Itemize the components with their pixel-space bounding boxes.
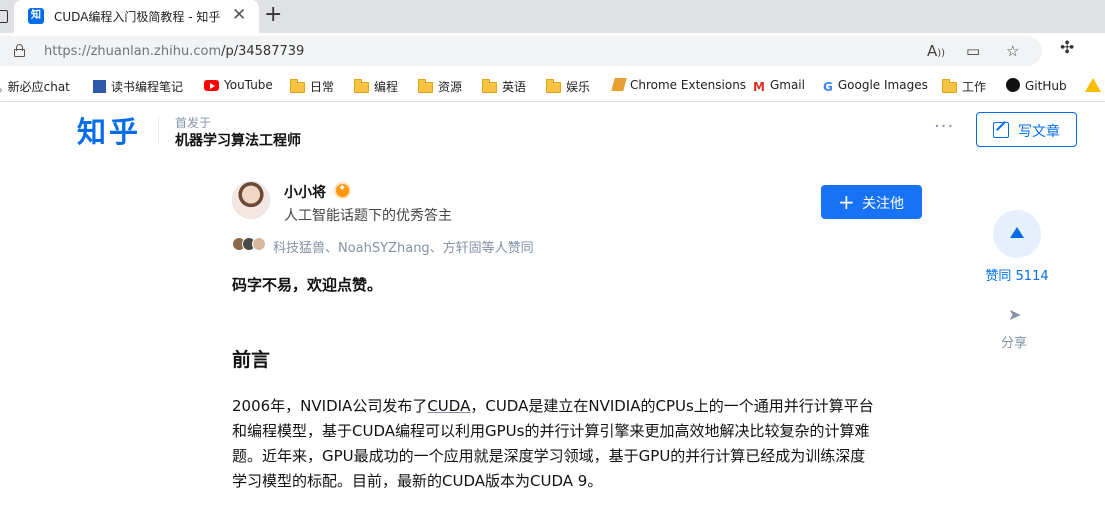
bookmark-item[interactable]: 日常: [290, 78, 334, 95]
bookmark-label: 读书编程笔记: [111, 80, 184, 94]
bookmark-label: Chrome Extensions: [630, 78, 747, 92]
github-icon: [1006, 78, 1020, 92]
voter-avatar: [252, 237, 266, 251]
follow-button[interactable]: + 关注他: [821, 185, 922, 219]
upvote-count[interactable]: 赞同 5114: [984, 265, 1050, 284]
paragraph-line: 题。近年来，GPU最成功的一个应用就是深度学习领域，基于GPU的并行计算已经成为…: [232, 447, 866, 465]
section-heading: 前言: [232, 349, 271, 371]
lock-icon[interactable]: [14, 44, 25, 57]
column-name-link[interactable]: 机器学习算法工程师: [175, 130, 301, 150]
bookmark-label: Gmail: [769, 78, 805, 92]
voters-text[interactable]: 科技猛兽、NoahSYZhang、方轩固等人赞同: [273, 237, 534, 256]
gmail-icon: M: [753, 80, 765, 94]
url-path: /p/34587739: [221, 44, 305, 59]
bookmark-item[interactable]: 工作: [942, 78, 986, 95]
youtube-icon: [204, 80, 219, 91]
favorite-star-icon[interactable]: ☆: [1006, 42, 1019, 60]
search-icon: ⌕: [0, 85, 3, 96]
google-drive-icon[interactable]: [1085, 78, 1101, 92]
browser-tab[interactable]: 知 CUDA编程入门极简教程 - 知乎 ✕: [14, 0, 259, 33]
browser-tab-strip: 知 CUDA编程入门极简教程 - 知乎 ✕ +: [0, 0, 1105, 33]
browser-toolbar: https://zhuanlan.zhihu.com/p/34587739 A)…: [0, 33, 1105, 69]
article-paragraph: 2006年，NVIDIA公司发布了CUDA，CUDA是建立在NVIDIA的CPU…: [232, 394, 912, 494]
write-article-button[interactable]: 写文章: [976, 112, 1077, 147]
cuda-link[interactable]: CUDA: [427, 397, 470, 415]
zhihu-logo[interactable]: 知乎: [77, 109, 141, 151]
bookmark-label: 日常: [310, 80, 335, 94]
paragraph-text: ，CUDA是建立在NVIDIA的CPUs上的一个通用并行计算平台: [470, 397, 874, 415]
author-bio: 人工智能话题下的优秀答主: [284, 208, 452, 224]
bookmark-item[interactable]: 读书编程笔记: [93, 78, 183, 95]
paragraph-line: 和编程模型，基于CUDA编程可以利用GPUs的并行计算引擎来更加高效地解决比较复…: [232, 422, 870, 440]
write-article-label: 写文章: [1018, 124, 1060, 140]
upvote-button[interactable]: [993, 210, 1041, 258]
bookmark-item[interactable]: 编程: [354, 78, 398, 95]
bookmark-label: YouTube: [224, 78, 273, 92]
share-label[interactable]: 分享: [1001, 332, 1027, 351]
folder-icon: [942, 79, 957, 93]
bookmark-label: 新必应chat: [7, 80, 70, 94]
author-avatar[interactable]: [232, 181, 270, 219]
bookmark-item[interactable]: 资源: [418, 78, 462, 95]
previous-tab-edge[interactable]: [0, 10, 8, 23]
qr-icon: [93, 80, 106, 93]
chrome-extension-icon: [611, 78, 627, 91]
tab-title: CUDA编程入门极简教程 - 知乎: [54, 10, 221, 24]
address-bar[interactable]: https://zhuanlan.zhihu.com/p/34587739 A)…: [0, 36, 1042, 66]
bookmark-label: 工作: [962, 80, 987, 94]
bookmark-item[interactable]: Chrome Extensions: [611, 78, 747, 92]
author-name[interactable]: 小小将: [284, 182, 326, 202]
paragraph-text: 2006年，NVIDIA公司发布了: [232, 397, 428, 415]
paragraph-line: 学习模型的标配。目前，最新的CUDA版本为CUDA 9。: [232, 472, 603, 490]
edit-icon: [993, 122, 1009, 138]
extensions-puzzle-icon[interactable]: ✣: [1060, 38, 1074, 58]
bookmark-label: Google Images: [837, 78, 928, 92]
close-tab-icon[interactable]: ✕: [232, 5, 246, 25]
google-icon: G: [823, 80, 833, 94]
immersive-reader-icon[interactable]: ▭: [966, 42, 980, 60]
first-published-label: 首发于: [175, 116, 212, 130]
bookmark-label: 英语: [502, 80, 527, 94]
follow-label: 关注他: [862, 196, 904, 212]
bookmark-item[interactable]: 娱乐: [546, 78, 590, 95]
site-header: 知乎 首发于 机器学习算法工程师 ··· 写文章: [0, 102, 1105, 157]
bookmark-item[interactable]: YouTube: [204, 78, 273, 92]
plus-icon: +: [838, 190, 855, 214]
folder-icon: [418, 79, 433, 93]
bookmark-item[interactable]: 英语: [482, 78, 526, 95]
read-aloud-icon[interactable]: A)): [927, 42, 945, 60]
folder-icon: [546, 79, 561, 93]
excellent-answerer-badge-icon[interactable]: [334, 182, 351, 199]
folder-icon: [290, 79, 305, 93]
header-divider: [158, 116, 159, 144]
bookmark-item[interactable]: GitHub: [1006, 78, 1067, 93]
bookmark-label: 娱乐: [566, 80, 591, 94]
bookmark-label: 资源: [438, 80, 463, 94]
voter-avatars: [232, 237, 268, 253]
share-icon[interactable]: ➤: [1008, 305, 1021, 324]
article-lead: 码字不易，欢迎点赞。: [232, 276, 383, 294]
bookmarks-bar: ⌕ 新必应chat 读书编程笔记 YouTube 日常 编程 资源 英语 娱乐 C…: [0, 69, 1105, 102]
folder-icon: [482, 79, 497, 93]
more-options-icon[interactable]: ···: [934, 116, 954, 137]
url-text[interactable]: https://zhuanlan.zhihu.com/p/34587739: [44, 44, 304, 59]
bookmark-item[interactable]: ⌕ 新必应chat: [0, 78, 70, 96]
paragraph-line: 2006年，NVIDIA公司发布了CUDA，CUDA是建立在NVIDIA的CPU…: [232, 394, 912, 419]
bookmark-item[interactable]: M Gmail: [753, 78, 805, 94]
new-tab-icon[interactable]: +: [264, 2, 282, 27]
bookmark-label: 编程: [374, 80, 399, 94]
bookmark-item[interactable]: G Google Images: [823, 78, 928, 94]
url-host: https://zhuanlan.zhihu.com: [44, 44, 222, 59]
zhihu-favicon-icon: 知: [28, 8, 44, 24]
bookmark-label: GitHub: [1025, 79, 1067, 93]
folder-icon: [354, 79, 369, 93]
